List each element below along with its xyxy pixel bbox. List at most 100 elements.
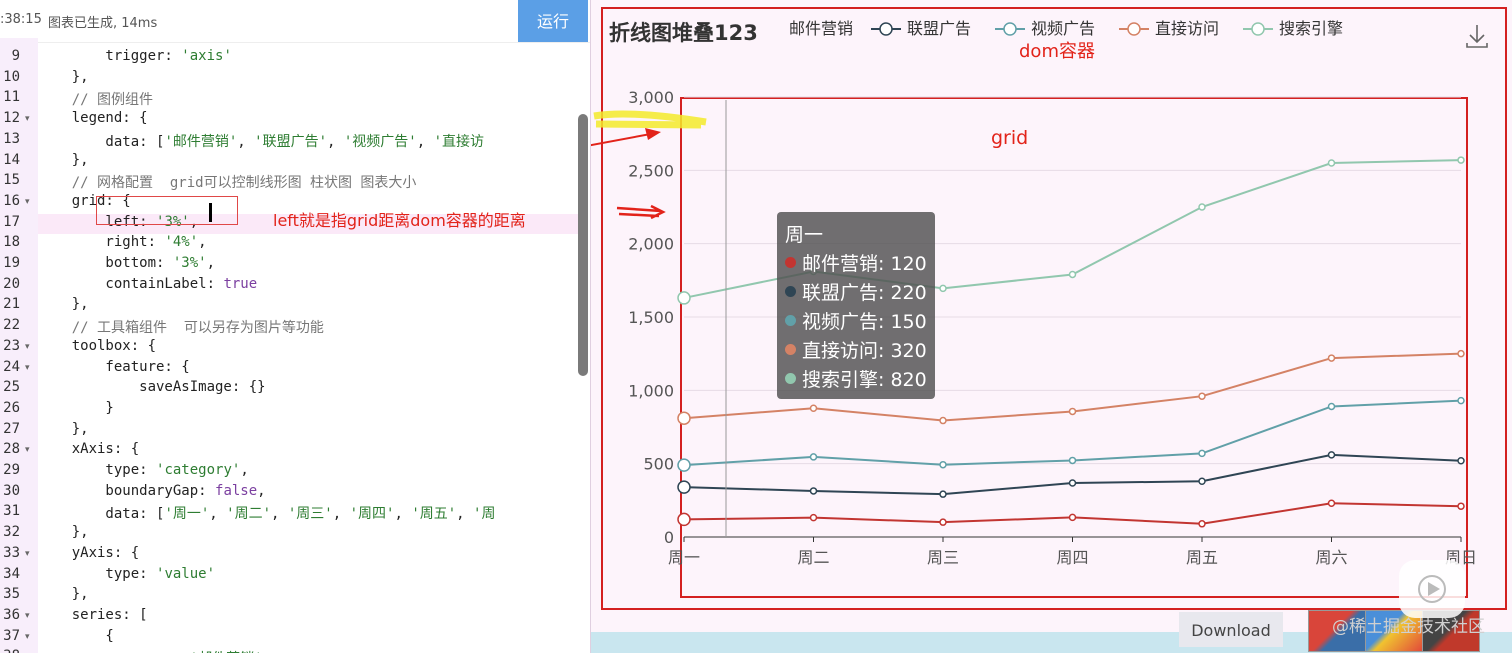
- tooltip-row: 搜索引擎: 820: [785, 364, 935, 393]
- line-number: 35: [3, 586, 20, 603]
- legend-label: 联盟广告: [907, 19, 971, 38]
- y-tick-label: 0: [664, 528, 674, 547]
- fold-arrow-icon[interactable]: ▾: [25, 197, 30, 207]
- y-tick-label: 1,500: [628, 308, 674, 327]
- run-button[interactable]: 运行: [518, 0, 588, 42]
- line-number: 14: [3, 151, 20, 168]
- data-point: [809, 487, 818, 495]
- line-number: 13: [3, 130, 20, 147]
- data-point: [939, 518, 947, 526]
- data-point: [939, 284, 947, 293]
- code-line: xAxis: {: [38, 441, 140, 458]
- tooltip-text: 视频广告: 150: [802, 311, 927, 333]
- legend-label: 直接访问: [1155, 19, 1219, 38]
- fold-arrow-icon[interactable]: ▾: [25, 445, 30, 455]
- x-tick-label: 周四: [1056, 548, 1088, 567]
- tooltip-row: 联盟广告: 220: [785, 277, 935, 306]
- code-line: },: [38, 296, 89, 313]
- data-point: [1457, 502, 1465, 510]
- line-number: 21: [3, 296, 20, 313]
- code-line: data: ['邮件营销', '联盟广告', '视频广告', '直接访: [38, 133, 485, 150]
- download-button[interactable]: Download: [1179, 612, 1283, 647]
- editor-scrollbar[interactable]: [578, 114, 588, 376]
- line-number: 18: [3, 234, 20, 251]
- annotation-arrow-head: [645, 128, 661, 140]
- code-line: legend: {: [38, 110, 148, 127]
- line-number: 34: [3, 565, 20, 582]
- code-line: },: [38, 420, 89, 437]
- code-line: },: [38, 586, 89, 603]
- code-line: },: [38, 524, 89, 541]
- data-point: [1068, 407, 1077, 416]
- code-line: type: 'category',: [38, 462, 249, 478]
- video-play-button[interactable]: [1399, 560, 1465, 618]
- tooltip-dot: [785, 373, 796, 384]
- line-number: 33: [3, 544, 20, 561]
- line-number: 38: [0, 648, 20, 653]
- editor-toolbar: :38:15 图表已生成, 14ms 运行: [0, 0, 590, 43]
- data-point: [677, 512, 691, 527]
- tooltip-row: 视频广告: 150: [785, 306, 935, 335]
- data-point: [1327, 499, 1336, 508]
- highlight-box-left-setting: [96, 196, 238, 225]
- legend-marker: [879, 22, 893, 36]
- data-point: [1457, 156, 1465, 164]
- annotation-dom-label: dom容器: [1019, 41, 1095, 62]
- data-point: [677, 458, 691, 472]
- y-tick-label: 2,000: [628, 235, 674, 254]
- y-tick-label: 500: [643, 455, 674, 474]
- legend-label: 视频广告: [1031, 19, 1095, 38]
- status-message: 图表已生成, 14ms: [48, 16, 158, 31]
- line-chart: dom容器 grid 折线图堆叠123 邮件营销 联盟广告 视频广告 直接访问 搜索引擎…: [591, 7, 1507, 610]
- tooltip-text: 搜索引擎: 820: [802, 369, 927, 391]
- data-point: [1457, 396, 1465, 405]
- line-number: 9: [11, 48, 20, 64]
- chart-title: 折线图堆叠123: [609, 21, 758, 45]
- line-number: 11: [3, 89, 20, 106]
- fold-arrow-icon[interactable]: ▾: [25, 549, 30, 559]
- line-number: 12: [3, 110, 20, 127]
- chart-tooltip: 周一 邮件营销: 120 联盟广告: 220 视频广告: 150 直接访问: 320 搜…: [777, 212, 935, 399]
- x-tick-label: 周二: [797, 548, 829, 567]
- save-as-image-icon[interactable]: [1466, 25, 1488, 48]
- code-line: type: 'value': [38, 565, 216, 582]
- legend-marker: [1003, 22, 1017, 36]
- line-number: 36: [3, 606, 20, 623]
- data-point: [1068, 270, 1077, 279]
- data-point: [809, 404, 818, 412]
- legend-marker: [1251, 22, 1265, 36]
- code-line: right: '4%',: [38, 234, 207, 251]
- line-number: 17: [3, 213, 20, 230]
- line-number: 10: [3, 68, 20, 85]
- line-number: 32: [3, 524, 20, 541]
- status-time: :38:15: [0, 12, 42, 27]
- data-point: [1198, 477, 1206, 486]
- fold-arrow-icon[interactable]: ▾: [25, 632, 30, 642]
- line-number: 31: [3, 503, 20, 520]
- chart-axes: 05001,0001,5002,0002,5003,000周一 周二 周三 周四 周五周…: [628, 88, 1477, 567]
- tooltip-title: 周一: [785, 224, 824, 246]
- code-line: trigger: 'axis': [38, 48, 232, 64]
- code-line: bottom: '3%',: [38, 255, 216, 271]
- code-line: {: [38, 627, 114, 644]
- fold-arrow-icon[interactable]: ▾: [25, 363, 30, 373]
- code-editor-pane[interactable]: :38:15 图表已生成, 14ms 运行 9 10 11 12 ▾ 13 14 15 16 ▾ 1…: [0, 0, 590, 653]
- code-area[interactable]: trigger: 'axis' }, // 图例组件 legend: { dat…: [38, 38, 578, 653]
- line-number: 27: [3, 420, 20, 437]
- fold-arrow-icon[interactable]: ▾: [25, 342, 30, 352]
- line-number: 25: [3, 379, 20, 396]
- fold-arrow-icon[interactable]: ▾: [25, 611, 30, 621]
- code-line: series: [: [38, 606, 148, 623]
- fold-arrow-icon[interactable]: ▾: [25, 114, 30, 124]
- tooltip-text: 邮件营销: 120: [802, 253, 927, 275]
- data-point: [1198, 203, 1206, 211]
- line-number: 22: [3, 317, 20, 334]
- data-point: [1198, 392, 1206, 400]
- tooltip-dot: [785, 286, 796, 297]
- tooltip-dot: [785, 257, 796, 268]
- legend-label: 搜索引擎: [1279, 19, 1343, 38]
- x-tick-label: 周五: [1186, 548, 1218, 567]
- line-number: 23: [3, 337, 20, 354]
- data-point: [1457, 349, 1465, 358]
- legend-marker: [1127, 22, 1141, 36]
